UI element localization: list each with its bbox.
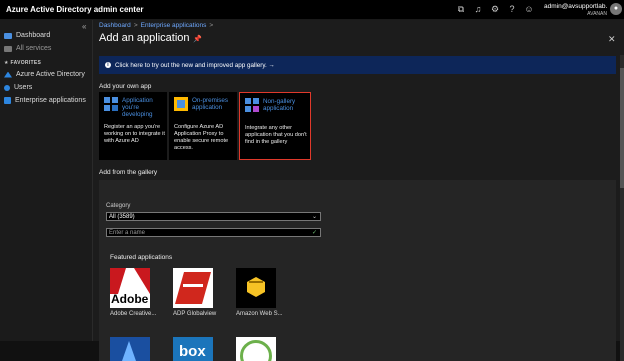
bell-icon[interactable]: ♫ bbox=[473, 4, 483, 14]
main-panel: Dashboard > Enterprise applications > Add a… bbox=[93, 20, 624, 361]
gallery-panel: Category All (3589) ⌄ Enter a name ✓ Fea… bbox=[99, 180, 616, 361]
featured-heading: Featured applications bbox=[110, 254, 173, 261]
app-tile-adp[interactable]: ADP Globalview bbox=[173, 268, 219, 317]
user-email: admin@avsupportlab.o... bbox=[544, 3, 607, 10]
card-title: Non-gallery application bbox=[263, 98, 296, 112]
enterprise-apps-icon bbox=[4, 97, 11, 104]
top-bar: Azure Active Directory admin center ⧉ ♫ … bbox=[0, 0, 624, 20]
app-grid-icon bbox=[104, 97, 118, 111]
favorites-label: ★ FAVORITES bbox=[4, 60, 42, 66]
page-title: Add an application bbox=[99, 32, 190, 44]
aws-logo bbox=[236, 268, 276, 308]
breadcrumb-dashboard[interactable]: Dashboard bbox=[99, 22, 131, 29]
name-placeholder: Enter a name bbox=[109, 230, 146, 236]
category-value: All (3589) bbox=[109, 214, 135, 220]
close-icon[interactable]: ✕ bbox=[608, 34, 616, 45]
category-select[interactable]: All (3589) ⌄ bbox=[106, 212, 321, 221]
breadcrumb-separator: > bbox=[209, 22, 214, 29]
pin-icon[interactable]: 📌 bbox=[193, 35, 202, 43]
scrollbar-thumb[interactable] bbox=[620, 68, 624, 188]
own-app-heading: Add your own app bbox=[99, 83, 152, 90]
card-non-gallery[interactable]: Non-gallery application Integrate any ot… bbox=[239, 92, 311, 160]
card-description: Configure Azure AD Application Proxy to … bbox=[174, 124, 229, 151]
sidebar-item-label: Dashboard bbox=[16, 32, 51, 39]
app-tile-adobe[interactable]: Adobe Adobe Creative... bbox=[110, 268, 156, 317]
check-icon: ✓ bbox=[311, 230, 317, 236]
non-gallery-icon bbox=[245, 98, 259, 112]
breadcrumb: Dashboard > Enterprise applications > bbox=[99, 22, 216, 29]
category-label: Category bbox=[106, 203, 131, 209]
all-services-icon bbox=[4, 45, 12, 52]
app-title[interactable]: Azure Active Directory admin center bbox=[6, 5, 144, 14]
tenant-name: AVANAN bbox=[587, 11, 607, 17]
app-tile-aws[interactable]: Amazon Web S... bbox=[236, 268, 283, 317]
sidebar: « Dashboard All services ★ FAVORITES Azu… bbox=[0, 20, 93, 341]
search-app-input[interactable]: Enter a name ✓ bbox=[106, 228, 321, 237]
card-description: Register an app you're working on to int… bbox=[104, 124, 165, 144]
gallery-preview-banner[interactable]: i Click here to try out the new and impr… bbox=[99, 56, 616, 74]
sidebar-item-label: Users bbox=[14, 84, 33, 91]
banner-text: Click here to try out the new and improv… bbox=[115, 61, 275, 69]
sidebar-item-enterprise-applications[interactable]: Enterprise applications bbox=[4, 97, 86, 104]
sidebar-item-azure-ad[interactable]: Azure Active Directory bbox=[4, 71, 85, 78]
sidebar-item-label: All services bbox=[16, 45, 52, 52]
feedback-icon[interactable]: ☺ bbox=[524, 4, 534, 14]
aad-icon bbox=[4, 71, 12, 78]
gallery-heading: Add from the gallery bbox=[99, 169, 158, 176]
breadcrumb-separator: > bbox=[133, 22, 138, 29]
users-icon bbox=[4, 84, 10, 91]
breadcrumb-enterprise-applications[interactable]: Enterprise applications bbox=[141, 22, 207, 29]
own-app-cards: Application you're developing Register a… bbox=[99, 92, 311, 160]
chevron-down-icon: ⌄ bbox=[311, 214, 317, 220]
app-name: ADP Globalview bbox=[173, 311, 217, 317]
help-icon[interactable]: ? bbox=[507, 4, 517, 14]
gear-icon[interactable]: ⚙ bbox=[490, 4, 500, 14]
card-title: Application you're developing bbox=[122, 97, 153, 118]
app-name: Adobe Creative... bbox=[110, 311, 157, 317]
app-name: Amazon Web S... bbox=[236, 311, 283, 317]
sidebar-item-label: Azure Active Directory bbox=[16, 71, 85, 78]
adp-logo bbox=[173, 268, 213, 308]
sidebar-item-label: Enterprise applications bbox=[15, 97, 86, 104]
sidebar-item-dashboard[interactable]: Dashboard bbox=[4, 32, 50, 39]
header-icons: ⧉ ♫ ⚙ ? ☺ bbox=[456, 4, 534, 14]
sidebar-item-users[interactable]: Users bbox=[4, 84, 32, 91]
collapse-sidebar-icon[interactable]: « bbox=[82, 22, 86, 31]
adobe-logo: Adobe bbox=[110, 268, 150, 308]
dashboard-icon bbox=[4, 32, 12, 39]
sidebar-item-all-services[interactable]: All services bbox=[4, 45, 51, 52]
card-on-premises[interactable]: On-premises application Configure Azure … bbox=[169, 92, 237, 160]
card-title: On-premises application bbox=[192, 97, 229, 111]
portal-icon[interactable]: ⧉ bbox=[456, 4, 466, 14]
card-app-developing[interactable]: Application you're developing Register a… bbox=[99, 92, 167, 160]
info-icon: i bbox=[105, 62, 111, 68]
card-description: Integrate any other application that you… bbox=[245, 125, 307, 145]
account-menu[interactable]: admin@avsupportlab.o... AVANAN bbox=[544, 3, 607, 17]
on-premises-icon bbox=[174, 97, 188, 111]
avatar[interactable]: ● bbox=[610, 3, 622, 15]
